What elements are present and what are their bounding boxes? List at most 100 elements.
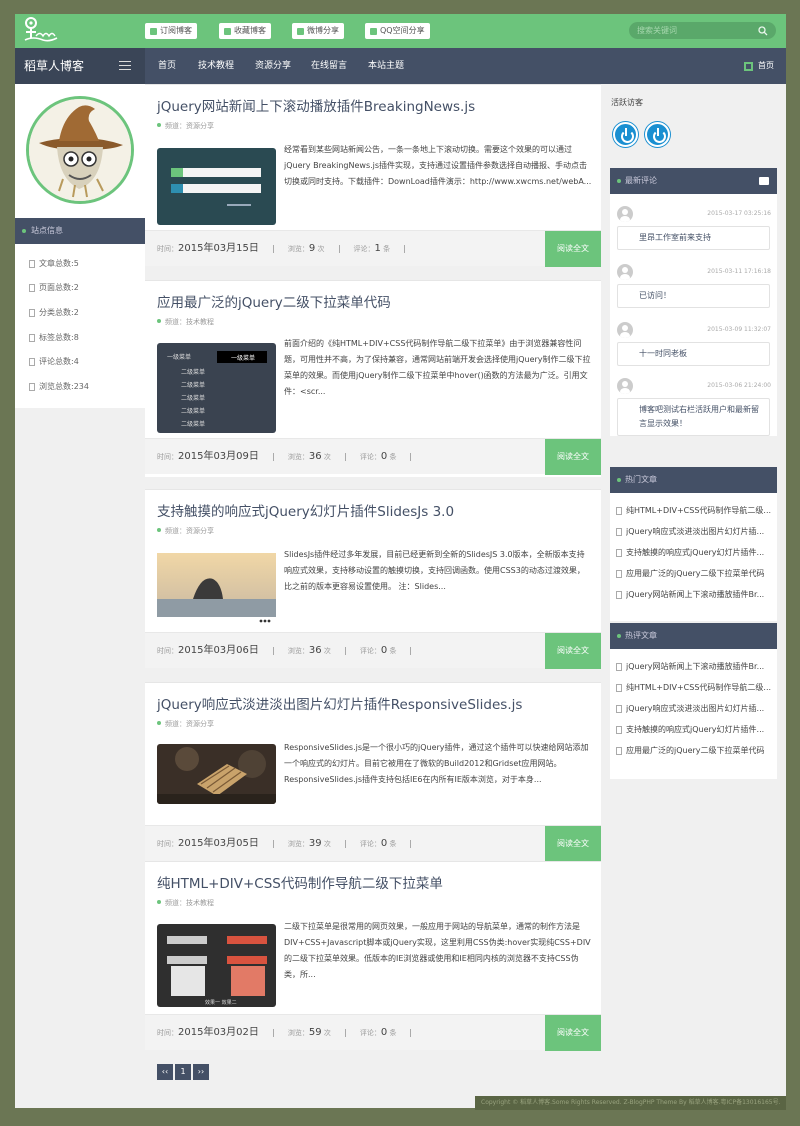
stat-pages: 页面总数:2 <box>29 282 79 293</box>
qzone-share-button[interactable]: QQ空间分享 <box>365 23 430 39</box>
search-box <box>629 22 776 39</box>
read-more-button[interactable]: 阅读全文 <box>545 1015 601 1051</box>
post-thumbnail[interactable] <box>157 148 276 225</box>
read-more-button[interactable]: 阅读全文 <box>545 826 601 862</box>
post-card: 支持触摸的响应式jQuery幻灯片插件SlidesJs 3.0 频道：资源分享 … <box>145 489 601 669</box>
thumb-menu-item: 二级菜单 <box>181 381 205 389</box>
subscribe-button[interactable]: 订阅博客 <box>145 23 197 39</box>
hot-posts-heading: 热门文章 <box>610 467 777 493</box>
most-commented-link[interactable]: 应用最广泛的jQuery二级下拉菜单代码 <box>616 745 772 756</box>
post-thumbnail[interactable] <box>157 744 276 804</box>
post-views: 36 <box>308 645 322 656</box>
read-more-button[interactable]: 阅读全文 <box>545 633 601 669</box>
comment-time: 2015-03-09 11:32:07 <box>707 326 771 333</box>
nav-home[interactable]: 首页 <box>158 48 176 84</box>
document-icon <box>29 283 35 292</box>
main-nav: 稻草人博客 首页 技术教程 资源分享 在线留言 本站主题 首页 <box>15 48 786 84</box>
bookmark-icon <box>224 27 231 35</box>
post-title[interactable]: jQuery响应式淡进淡出图片幻灯片插件ResponsiveSlides.js <box>157 693 522 713</box>
read-more-button[interactable]: 阅读全文 <box>545 439 601 475</box>
most-commented-link[interactable]: jQuery网站新闻上下滚动播放插件Br... <box>616 661 772 672</box>
post-category[interactable]: 频道：资源分享 <box>157 526 214 536</box>
document-icon <box>29 259 35 268</box>
menu-icon[interactable] <box>119 61 131 70</box>
post-title[interactable]: jQuery网站新闻上下滚动播放插件BreakingNews.js <box>157 95 475 115</box>
nav-guestbook[interactable]: 在线留言 <box>311 48 347 84</box>
search-input[interactable] <box>637 26 755 35</box>
pager-last[interactable]: ›› <box>193 1064 209 1080</box>
hot-post-link[interactable]: jQuery响应式淡进淡出图片幻灯片插... <box>616 526 772 537</box>
nav-theme[interactable]: 本站主题 <box>368 48 404 84</box>
nav-resources[interactable]: 资源分享 <box>255 48 291 84</box>
post-views: 36 <box>308 451 322 462</box>
post-card: 应用最广泛的jQuery二级下拉菜单代码 频道：技术教程 一级菜单 一级菜单 二… <box>145 280 601 477</box>
post-category[interactable]: 频道：技术教程 <box>157 317 214 327</box>
pager-first[interactable]: ‹‹ <box>157 1064 173 1080</box>
post-thumbnail[interactable] <box>157 553 276 625</box>
page: 订阅博客 收藏博客 微博分享 QQ空间分享 稻草人博客 首页 技术教程 资源分享… <box>15 14 786 1108</box>
right-sidebar: 活跃访客 最新评论 2015-03-17 03:25:16 里昂工作室前来支持 2… <box>603 84 786 1108</box>
latest-comments-widget: 最新评论 2015-03-17 03:25:16 里昂工作室前来支持 2015-0… <box>610 168 777 436</box>
pagination: ‹‹ 1 ›› <box>157 1064 209 1080</box>
post-meta: 时间：2015年03月09日 浏览：36 次评论：0 条 阅读全文 <box>145 438 601 475</box>
document-icon <box>29 333 35 342</box>
post-thumbnail[interactable]: 效果一 效果二 <box>157 924 276 1007</box>
most-commented-link[interactable]: jQuery响应式淡进淡出图片幻灯片插... <box>616 703 772 714</box>
comment-text[interactable]: 博客吧测试右栏活跃用户和最新留言显示效果！ <box>617 398 770 436</box>
hot-post-link[interactable]: jQuery网站新闻上下滚动播放插件Br... <box>616 589 772 600</box>
most-commented-link[interactable]: 纯HTML+DIV+CSS代码制作导航二级... <box>616 682 772 693</box>
post-date: 2015年03月02日 <box>178 1027 259 1038</box>
post-comments: 0 <box>380 451 388 462</box>
post-category[interactable]: 频道：技术教程 <box>157 898 214 908</box>
post-title[interactable]: 应用最广泛的jQuery二级下拉菜单代码 <box>157 291 391 311</box>
document-icon <box>29 382 35 391</box>
read-more-button[interactable]: 阅读全文 <box>545 231 601 267</box>
post-excerpt: 二级下拉菜单是很常用的网页效果，一般应用于网站的导航菜单，通常的制作方法是DIV… <box>284 922 591 979</box>
site-logo[interactable] <box>23 16 59 46</box>
post-excerpt: 经常看到某些网站新闻公告，一条一条地上下滚动切换。需要这个效果的可以通过jQue… <box>284 145 592 186</box>
user-avatar-icon <box>617 322 633 338</box>
bookmark-button[interactable]: 收藏博客 <box>219 23 271 39</box>
hot-post-link[interactable]: 支持触摸的响应式jQuery幻灯片插件... <box>616 547 772 558</box>
post-meta: 时间：2015年03月05日 浏览：39 次评论：0 条 阅读全文 <box>145 825 601 862</box>
document-icon <box>616 662 622 671</box>
visitor-power-icon[interactable] <box>613 122 638 147</box>
post-excerpt: 前面介绍的《纯HTML+DIV+CSS代码制作导航二级下拉菜单》由于浏览器兼容性… <box>284 339 591 396</box>
comment-time: 2015-03-11 17:16:18 <box>707 268 771 275</box>
search-icon[interactable] <box>758 25 768 36</box>
weibo-share-button[interactable]: 微博分享 <box>292 23 344 39</box>
stat-categories: 分类总数:2 <box>29 307 79 318</box>
stat-views: 浏览总数:234 <box>29 381 89 392</box>
document-icon <box>616 569 622 578</box>
post-views: 9 <box>308 243 316 254</box>
post-excerpt: SlidesJs插件经过多年发展，目前已经更新到全新的SlidesJS 3.0版… <box>284 550 585 591</box>
post-category[interactable]: 频道：资源分享 <box>157 719 214 729</box>
home-link-right[interactable]: 首页 <box>744 48 774 84</box>
post-views: 59 <box>308 1027 322 1038</box>
nav-tutorials[interactable]: 技术教程 <box>198 48 234 84</box>
document-icon <box>616 527 622 536</box>
user-avatar-icon <box>617 206 633 222</box>
visitor-power-icon[interactable] <box>645 122 670 147</box>
post-thumbnail[interactable]: 一级菜单 一级菜单 二级菜单 二级菜单 二级菜单 二级菜单 二级菜单 <box>157 343 276 433</box>
post-title[interactable]: 支持触摸的响应式jQuery幻灯片插件SlidesJs 3.0 <box>157 500 454 520</box>
thumb-menu-item: 一级菜单 <box>167 353 191 361</box>
thumb-menu-item: 二级菜单 <box>181 368 205 376</box>
comment-text[interactable]: 里昂工作室前来支持 <box>617 226 770 250</box>
comment-text[interactable]: 已访问！ <box>617 284 770 308</box>
pager-page-1[interactable]: 1 <box>175 1064 191 1080</box>
most-commented-link[interactable]: 支持触摸的响应式jQuery幻灯片插件... <box>616 724 772 735</box>
post-title[interactable]: 纯HTML+DIV+CSS代码制作导航二级下拉菜单 <box>157 872 443 892</box>
hot-post-link[interactable]: 纯HTML+DIV+CSS代码制作导航二级... <box>616 505 772 516</box>
post-date: 2015年03月05日 <box>178 838 259 849</box>
post-comments: 0 <box>380 1027 388 1038</box>
site-title[interactable]: 稻草人博客 <box>15 48 145 84</box>
site-info-heading: 站点信息 <box>15 218 145 244</box>
footer-copyright: Copyright © 稻草人博客.Some Rights Reserved. … <box>475 1096 786 1110</box>
document-icon <box>616 506 622 515</box>
comment-time: 2015-03-06 21:24:00 <box>707 382 771 389</box>
comment-text[interactable]: 十一时同老板 <box>617 342 770 366</box>
hot-post-link[interactable]: 应用最广泛的jQuery二级下拉菜单代码 <box>616 568 772 579</box>
post-category[interactable]: 频道：资源分享 <box>157 121 214 131</box>
share-icon <box>297 27 304 35</box>
